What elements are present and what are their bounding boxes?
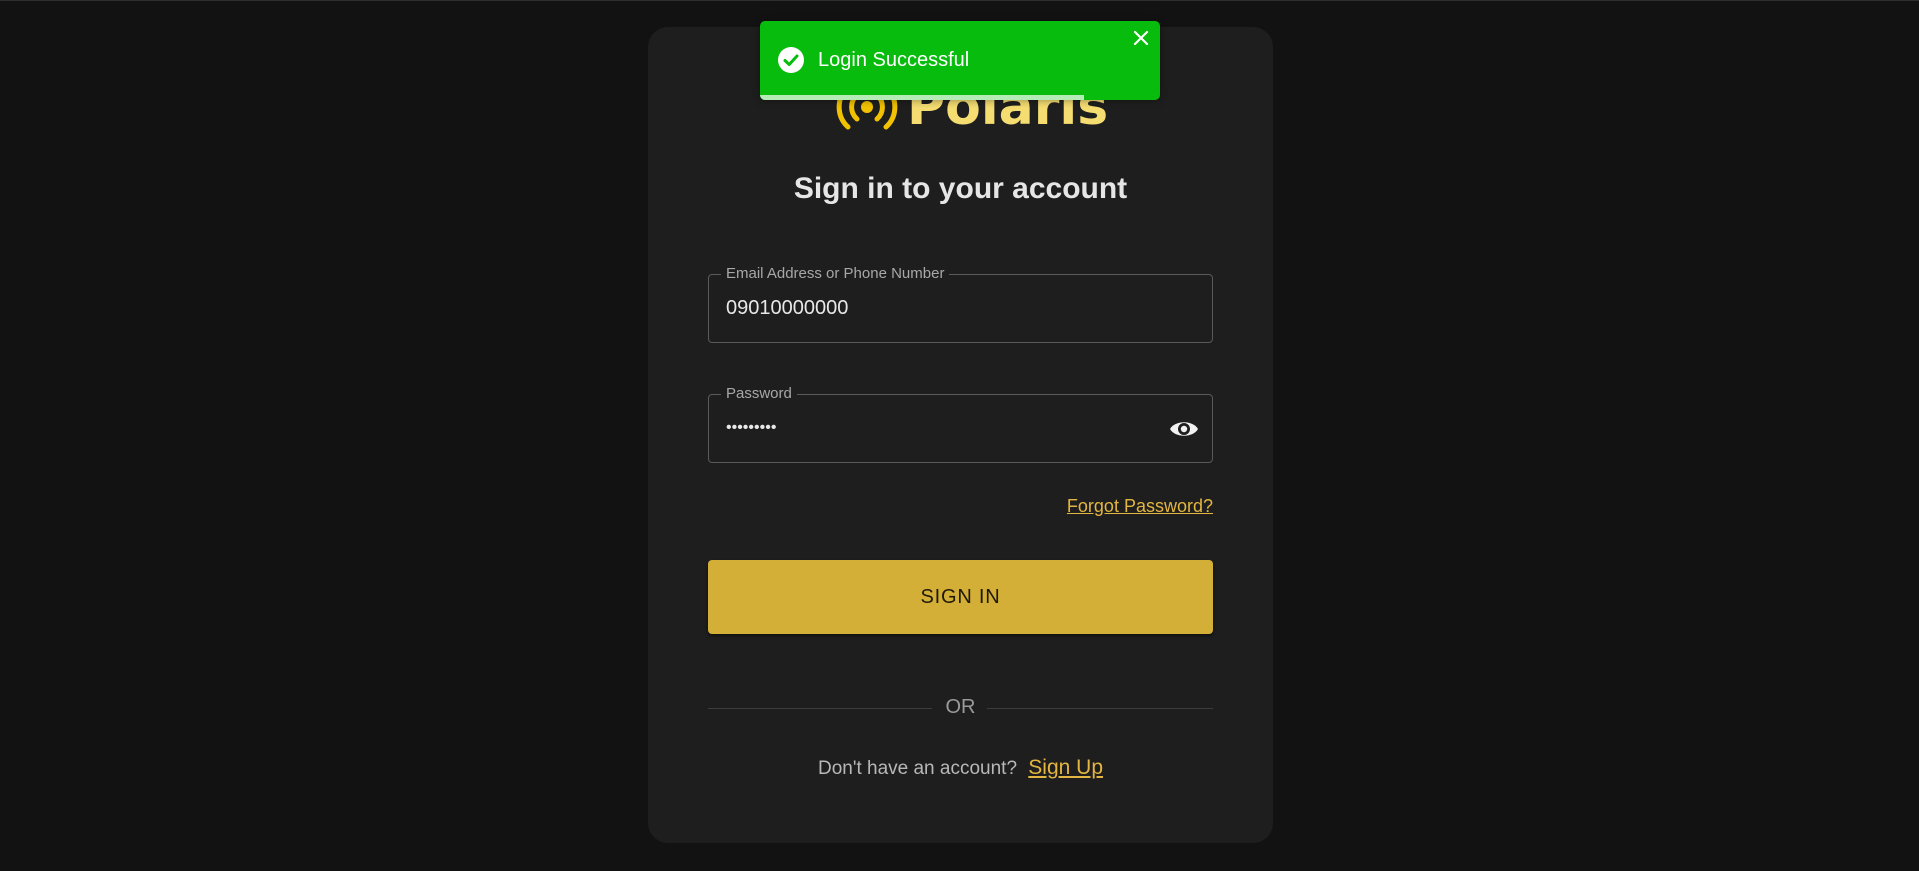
password-field-label: Password [721,385,797,403]
password-field[interactable]: Password ••••••••• [708,385,1213,463]
or-text: OR [945,696,976,718]
check-circle-icon [778,47,804,73]
window-top-border [0,0,1919,1]
sign-up-link[interactable]: Sign Up [1028,756,1103,779]
email-field-label: Email Address or Phone Number [721,265,950,283]
signup-row: Don't have an account? Sign Up [648,756,1273,780]
toast-notification[interactable]: Login Successful [760,21,1160,100]
toast-message: Login Successful [818,49,970,71]
toast-progress-bar [760,95,1084,100]
eye-icon[interactable] [1169,417,1199,441]
signup-prompt: Don't have an account? [817,758,1018,779]
email-field[interactable]: Email Address or Phone Number 0901000000… [708,265,1213,343]
sign-in-button[interactable]: SIGN IN [708,560,1213,634]
forgot-password-link[interactable]: Forgot Password? [1067,496,1213,517]
close-icon[interactable] [1130,27,1152,49]
or-divider: OR [708,696,1213,720]
password-field-value[interactable]: ••••••••• [726,419,776,437]
email-field-value[interactable]: 09010000000 [726,297,848,320]
page-title: Sign in to your account [793,172,1128,205]
